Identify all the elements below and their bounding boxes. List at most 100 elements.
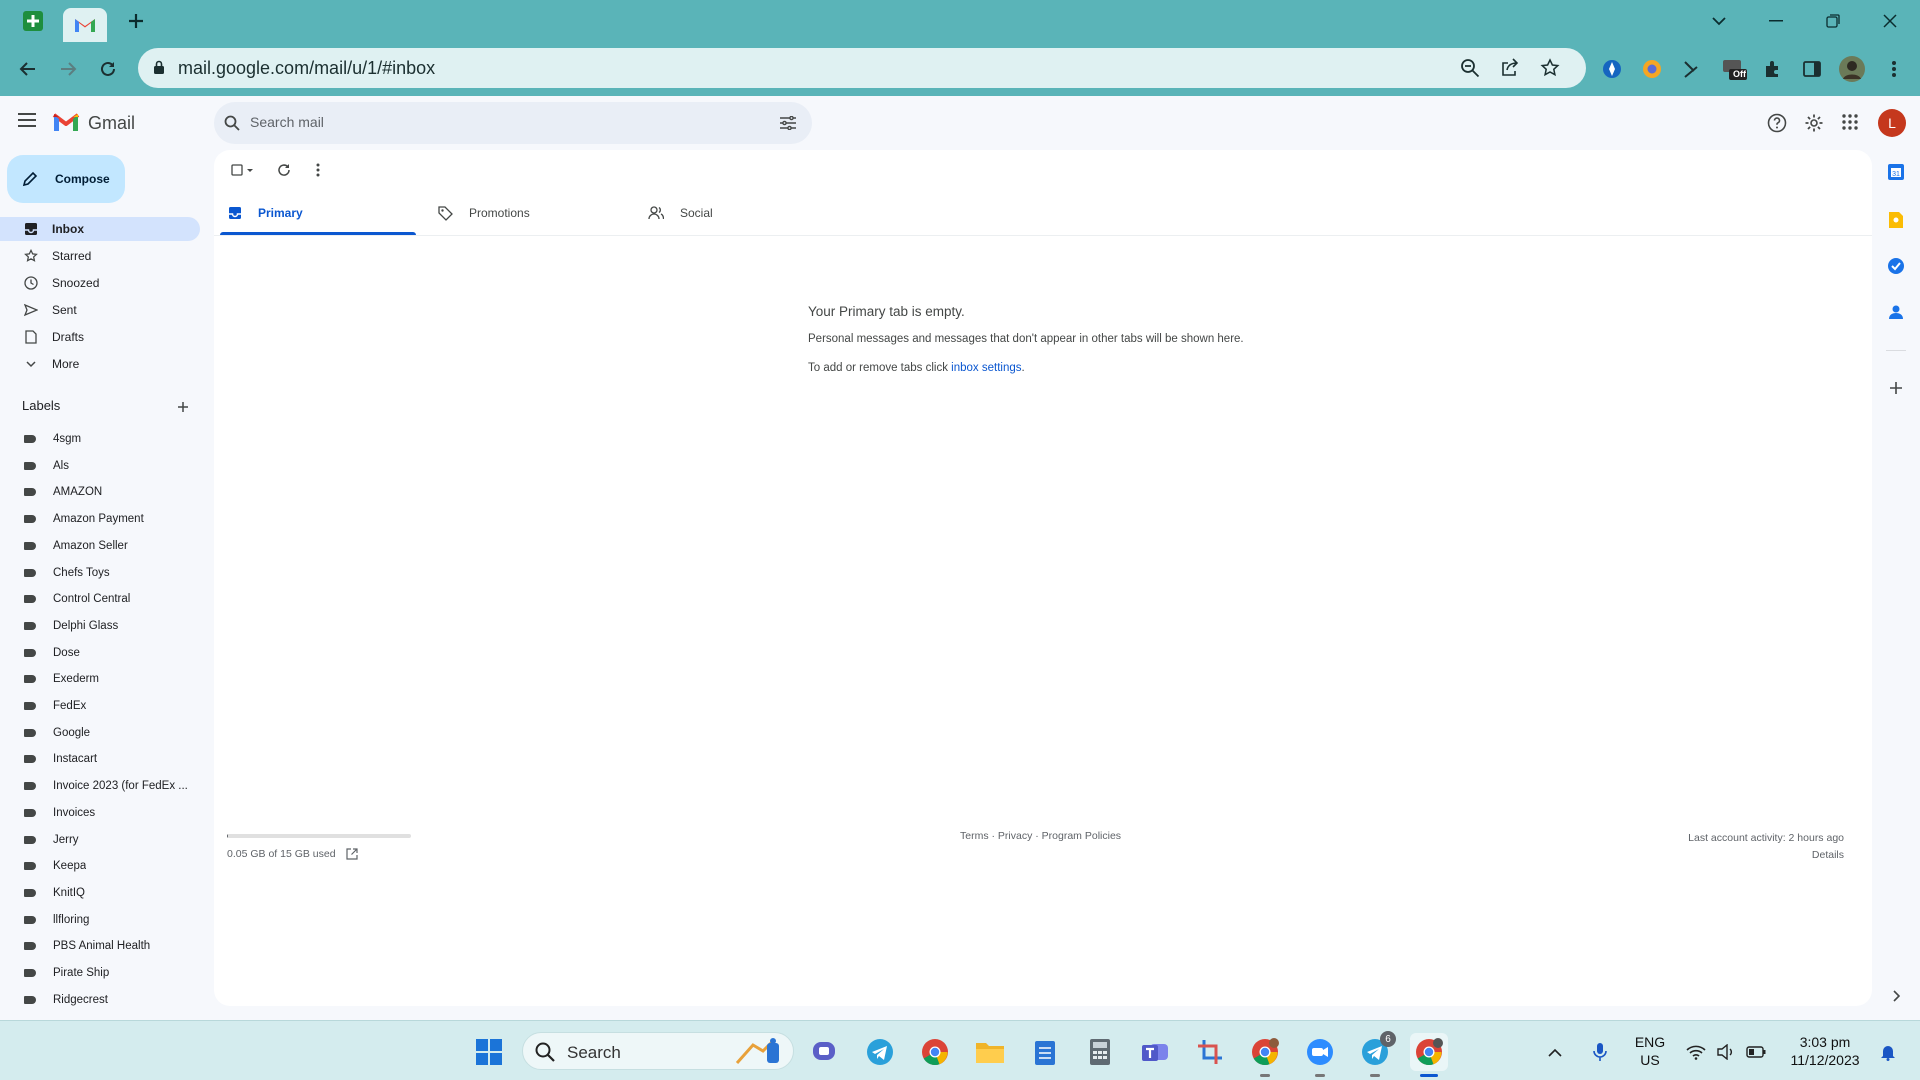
manage-storage-icon[interactable] [345,848,358,860]
nav-more[interactable]: More [0,352,200,376]
back-button[interactable] [12,53,44,85]
zoom-icon[interactable] [1460,58,1480,83]
calendar-icon[interactable]: 31 [1882,158,1910,186]
teams-app-icon[interactable] [1136,1033,1174,1071]
minimize-button[interactable] [1756,8,1796,34]
browser-menu-icon[interactable] [1878,53,1910,85]
gmail-wordmark[interactable]: Gmail [88,113,135,134]
gmail-tab[interactable] [63,8,107,42]
zoom-app-icon[interactable] [1301,1033,1339,1077]
snipping-tool-icon[interactable] [1191,1033,1229,1071]
label-item[interactable]: Amazon Payment [0,508,200,530]
notepad-app-icon[interactable] [1026,1033,1064,1071]
inbox-settings-link[interactable]: inbox settings [951,362,1021,374]
label-item[interactable]: Invoices [0,802,200,824]
show-hidden-icons[interactable] [1542,1033,1568,1071]
forward-button[interactable] [52,53,84,85]
extension-orange-icon[interactable] [1636,53,1668,85]
activity-details-link[interactable]: Details [1688,847,1844,864]
nav-starred[interactable]: Starred [0,244,200,268]
nav-inbox[interactable]: Inbox [0,217,200,241]
new-tab-button[interactable] [121,8,151,34]
tab-search-icon[interactable] [1699,8,1739,34]
close-window-button[interactable] [1870,8,1910,34]
help-icon[interactable] [1767,113,1787,138]
more-actions-icon[interactable] [304,156,332,184]
telegram-app-icon[interactable] [861,1033,899,1071]
label-item[interactable]: Chefs Toys [0,562,200,584]
account-avatar[interactable]: L [1878,109,1906,137]
keep-icon[interactable] [1882,206,1910,234]
label-item[interactable]: PBS Animal Health [0,935,200,957]
search-icon[interactable] [224,115,240,136]
taskbar-search[interactable]: Search [522,1032,794,1070]
sheets-tab-icon[interactable] [18,8,48,34]
extension-arrow-icon[interactable] [1676,53,1708,85]
profile-avatar[interactable] [1836,53,1868,85]
lock-icon[interactable] [152,59,166,80]
extensions-puzzle-icon[interactable] [1757,53,1789,85]
extension-off-icon[interactable]: Off [1718,53,1750,85]
label-item[interactable]: FedEx [0,695,200,717]
search-options-icon[interactable] [780,115,796,135]
windows-start-icon[interactable] [470,1033,508,1071]
label-item[interactable]: Pirate Ship [0,962,200,984]
label-item[interactable]: Control Central [0,588,200,610]
label-item[interactable]: Ridgecrest [0,989,200,1011]
nav-sent[interactable]: Sent [0,298,200,322]
file-explorer-icon[interactable] [971,1033,1009,1071]
label-item[interactable]: Exederm [0,668,200,690]
chrome-profile-2-icon[interactable] [1246,1033,1284,1077]
chrome-active-window-icon[interactable] [1410,1033,1448,1077]
label-item[interactable]: Keepa [0,855,200,877]
label-item[interactable]: Delphi Glass [0,615,200,637]
input-language[interactable]: ENG US [1628,1033,1672,1069]
get-addons-plus-icon[interactable] [1882,374,1910,402]
address-bar[interactable]: mail.google.com/mail/u/1/#inbox [138,48,1586,88]
restore-button[interactable] [1813,8,1853,34]
select-all-checkbox[interactable] [226,156,260,184]
label-item[interactable]: Instacart [0,748,200,770]
side-panel-icon[interactable] [1796,53,1828,85]
volume-icon[interactable] [1712,1033,1740,1071]
meet-app-icon[interactable] [806,1033,844,1071]
label-item[interactable]: Als [0,455,200,477]
nav-snoozed[interactable]: Snoozed [0,271,200,295]
nav-drafts[interactable]: Drafts [0,325,200,349]
label-item[interactable]: Dose [0,642,200,664]
url-text[interactable]: mail.google.com/mail/u/1/#inbox [178,58,435,79]
search-input[interactable]: Search mail [250,114,324,130]
create-label-plus-icon[interactable] [177,400,189,418]
tab-social[interactable]: Social [648,190,844,236]
tab-promotions[interactable]: Promotions [438,190,634,236]
notifications-bell-icon[interactable] [1874,1033,1902,1071]
refresh-icon[interactable] [270,156,298,184]
google-apps-icon[interactable] [1842,114,1858,135]
search-bar[interactable]: Search mail [214,102,812,144]
calculator-app-icon[interactable] [1081,1033,1119,1071]
main-menu-icon[interactable] [18,113,36,132]
extension-blue-icon[interactable] [1596,53,1628,85]
label-item[interactable]: KnitIQ [0,882,200,904]
contacts-icon[interactable] [1882,298,1910,326]
battery-icon[interactable] [1742,1033,1770,1071]
settings-gear-icon[interactable] [1804,113,1824,138]
bookmark-star-icon[interactable] [1540,58,1560,83]
footer-policy-links[interactable]: Terms · Privacy · Program Policies [960,830,1121,842]
label-item[interactable]: Jerry [0,829,200,851]
expand-side-panel-icon[interactable] [1882,982,1910,1010]
chrome-app-icon[interactable] [916,1033,954,1071]
gmail-logo-icon[interactable] [52,111,80,138]
compose-button[interactable]: Compose [7,155,125,203]
label-item[interactable]: AMAZON [0,481,200,503]
microphone-icon[interactable] [1586,1033,1614,1071]
telegram-desktop-icon[interactable]: 6 [1356,1031,1396,1077]
wifi-icon[interactable] [1682,1033,1710,1071]
tasks-icon[interactable] [1882,252,1910,280]
label-item[interactable]: Amazon Seller [0,535,200,557]
share-icon[interactable] [1500,58,1520,83]
clock[interactable]: 3:03 pm 11/12/2023 [1780,1033,1870,1069]
reload-button[interactable] [92,53,124,85]
label-item[interactable]: 4sgm [0,428,200,450]
label-item[interactable]: Invoice 2023 (for FedEx ... [0,775,200,797]
